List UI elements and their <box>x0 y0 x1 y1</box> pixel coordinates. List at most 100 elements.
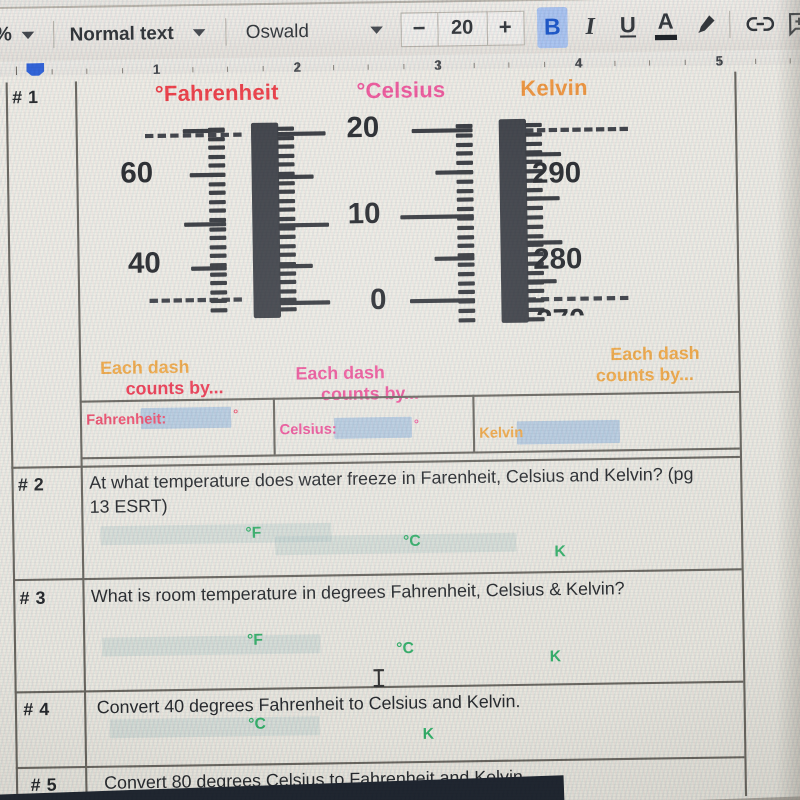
increase-font-size-button[interactable]: + <box>487 10 523 45</box>
unit-label: K <box>549 647 562 666</box>
toolbar-divider <box>52 20 55 49</box>
paragraph-style-value: Normal text <box>69 21 174 45</box>
degree-symbol: ° <box>233 406 239 422</box>
tick-minor <box>208 154 226 160</box>
text-color-button[interactable]: A <box>650 5 682 46</box>
tick-minor <box>524 122 542 128</box>
tick-minor <box>277 162 295 168</box>
unit-label: K <box>554 542 566 561</box>
ruler-tick <box>367 64 369 70</box>
ruler-tick <box>754 58 756 65</box>
font-family-dropdown[interactable]: Oswald <box>245 3 392 58</box>
decrease-font-size-button[interactable]: − <box>401 11 437 46</box>
italic-label: I <box>585 12 596 40</box>
toolbar-divider <box>224 18 227 46</box>
tick-minor <box>456 197 474 203</box>
tick-minor <box>455 133 473 138</box>
tick-minor <box>279 289 297 294</box>
answer-blank-highlight[interactable] <box>109 716 320 739</box>
ruler-tick <box>402 63 404 70</box>
tick-major <box>411 128 473 134</box>
tick-minor <box>457 234 475 240</box>
italic-button[interactable]: I <box>574 6 606 47</box>
text-color-letter: A <box>657 9 674 34</box>
tick-minor <box>278 198 296 204</box>
tick-minor <box>208 199 226 205</box>
chevron-down-icon <box>369 25 383 34</box>
unit-label: °C <box>396 639 415 658</box>
tick-minor <box>209 217 227 223</box>
tick-minor <box>525 132 542 137</box>
tick-minor <box>526 196 543 202</box>
tick-minor <box>457 225 475 230</box>
ruler-tick <box>332 65 334 71</box>
tick-minor <box>526 224 544 229</box>
tick-minor <box>210 290 228 295</box>
answer-blank-highlight[interactable] <box>102 634 321 657</box>
tick-minor <box>208 163 226 169</box>
tick-minor <box>210 281 228 286</box>
question-number: # 1 <box>11 87 39 108</box>
zoom-control[interactable]: 00% <box>0 8 44 62</box>
degree-symbol: ° <box>413 416 420 432</box>
font-size-value[interactable]: 20 <box>438 17 487 41</box>
thermometer-bar <box>498 118 529 323</box>
unit-label: °C <box>248 714 267 734</box>
tick-minor <box>456 179 474 184</box>
tick-minor <box>456 151 473 157</box>
tick-minor <box>525 141 543 146</box>
thermometer-label: 40 <box>127 246 161 280</box>
answer-blank-highlight[interactable] <box>274 532 517 556</box>
chevron-down-icon <box>192 28 206 37</box>
font-family-value: Oswald <box>245 19 310 42</box>
tick-minor <box>458 308 476 314</box>
text-color-swatch <box>654 34 677 40</box>
tick-minor <box>279 307 297 312</box>
underline-button[interactable]: U <box>612 5 644 46</box>
ruler-tick <box>543 61 545 68</box>
thermometer-label: 290 <box>531 155 582 190</box>
answer-label-celsius[interactable]: Celsius: <box>279 420 336 438</box>
ruler-tick <box>684 59 686 66</box>
thermometer-label: 10 <box>347 196 381 230</box>
unit-label: K <box>422 725 435 744</box>
tick-minor <box>279 298 297 303</box>
tick-minor <box>278 243 296 249</box>
dash-note-fahrenheit: Each dash counts by... <box>100 356 224 401</box>
font-size-stepper[interactable]: − 20 + <box>399 10 525 47</box>
document-canvas[interactable]: # 1 °Fahrenheit °Celsius Kelvin 60 40 20… <box>0 63 800 800</box>
paragraph-style-dropdown[interactable]: Normal text <box>69 6 215 61</box>
column-header-kelvin: Kelvin <box>520 75 588 102</box>
tick-minor <box>458 299 476 304</box>
tick-minor <box>279 261 297 267</box>
unit-label: °C <box>402 532 421 551</box>
ruler-tick <box>86 68 88 74</box>
ruler-tick <box>613 60 615 67</box>
answer-label-fahrenheit[interactable]: Fahrenheit: <box>86 410 166 428</box>
text-cursor-icon <box>377 669 381 688</box>
answer-label-kelvin[interactable]: Kelvin <box>479 423 523 440</box>
tick-minor <box>527 289 545 294</box>
tick-minor <box>456 188 474 193</box>
tick-minor <box>456 160 474 166</box>
question-text[interactable]: At what temperature does water freeze in… <box>89 463 709 520</box>
tick-minor <box>208 172 226 178</box>
selection-highlight <box>516 419 621 445</box>
highlight-color-button[interactable] <box>689 4 721 45</box>
range-dash-bottom <box>149 297 242 303</box>
thermometer-label: 280 <box>533 241 583 276</box>
tick-minor <box>526 205 544 211</box>
bold-button[interactable]: B <box>536 6 569 48</box>
tick-minor <box>278 225 296 231</box>
tick-minor <box>527 316 545 322</box>
column-header-celsius: °Celsius <box>356 78 446 104</box>
tick-minor <box>277 153 295 159</box>
toolbar-divider <box>729 10 731 39</box>
tick-minor <box>457 262 475 267</box>
tick-minor <box>458 317 476 323</box>
insert-link-button[interactable] <box>744 3 776 44</box>
tick-minor <box>209 208 226 214</box>
thermometer-bar <box>250 122 282 319</box>
dash-note-line2: counts by... <box>595 364 694 387</box>
tick-minor <box>456 170 474 175</box>
